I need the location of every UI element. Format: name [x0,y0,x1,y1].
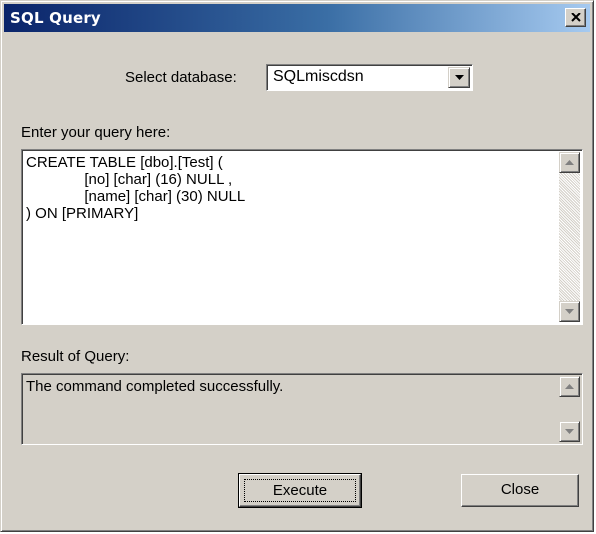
close-icon [571,13,581,22]
title-bar[interactable]: SQL Query [4,4,590,32]
chevron-down-icon [455,75,464,80]
arrow-up-icon [565,384,574,389]
title-close-button[interactable] [565,8,586,27]
sql-query-dialog: SQL Query Select database: SQLmiscdsn En… [0,0,594,532]
result-scroll-up-button[interactable] [559,376,580,397]
arrow-up-icon [565,160,574,165]
database-select[interactable]: SQLmiscdsn [266,64,473,91]
query-scroll-up-button[interactable] [559,152,580,173]
query-scroll-down-button[interactable] [559,301,580,322]
query-label: Enter your query here: [21,124,171,141]
execute-button[interactable]: Execute [238,473,362,508]
arrow-down-icon [565,429,574,434]
query-scrollbar[interactable] [559,152,580,322]
result-textbox[interactable]: The command completed successfully. [21,373,583,445]
result-text: The command completed successfully. [26,378,284,395]
result-scroll-down-button[interactable] [559,421,580,442]
database-dropdown-button[interactable] [448,67,470,88]
query-text[interactable]: CREATE TABLE [dbo].[Test] ( [no] [char] … [26,154,556,222]
result-label: Result of Query: [21,348,130,365]
close-button[interactable]: Close [461,474,579,507]
database-select-value: SQLmiscdsn [273,68,364,85]
database-label: Select database: [125,69,237,86]
result-scrollbar[interactable] [559,376,580,442]
query-textarea[interactable]: CREATE TABLE [dbo].[Test] ( [no] [char] … [21,149,583,325]
execute-button-label: Execute [244,479,356,502]
window-title: SQL Query [10,9,101,27]
arrow-down-icon [565,309,574,314]
